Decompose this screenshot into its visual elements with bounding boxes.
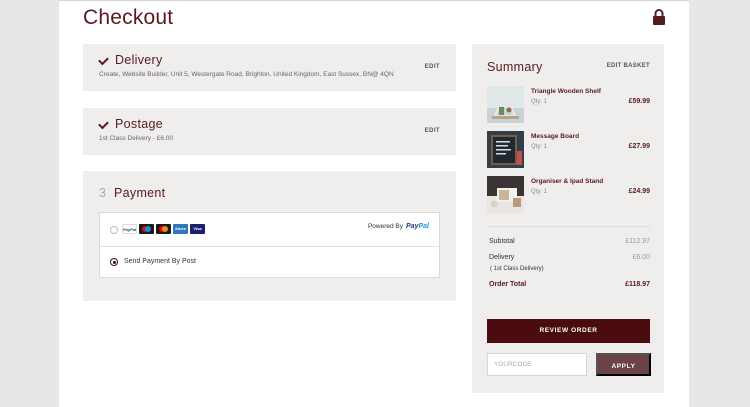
order-total-row: Order Total £118.97 [489, 281, 650, 288]
item-name: Organiser & Ipad Stand [531, 178, 604, 185]
basket-item: Triangle Wooden Shelf Qty: 1 £59.99 [487, 86, 650, 124]
item-qty: Qty: 1 [531, 99, 548, 105]
promo-code-input[interactable]: YOURCODE [487, 353, 587, 376]
paypal-option[interactable]: PayPal Amex Visa Powered By PayPal [100, 213, 439, 247]
edit-basket-link[interactable]: EDIT BASKET [607, 63, 650, 69]
page-title: Checkout [83, 6, 174, 29]
powered-by-paypal: Powered By PayPal [368, 223, 429, 230]
delivery-label: Delivery [489, 254, 515, 261]
organiser-stand-image [487, 176, 524, 213]
visa-card-icon: Visa [190, 224, 205, 234]
amex-card-icon: Amex [173, 224, 188, 234]
postage-heading: Postage [115, 117, 163, 131]
delivery-edit-link[interactable]: EDIT [425, 64, 440, 70]
post-payment-label[interactable]: Send Payment By Post [124, 258, 196, 265]
delivery-note: ( 1st Class Delivery) [490, 266, 544, 272]
item-qty: Qty: 1 [531, 189, 548, 195]
apply-code-button[interactable]: APPLY [596, 353, 651, 376]
basket-item: Organiser & Ipad Stand Qty: 1 £24.99 [487, 176, 650, 214]
summary-divider [487, 226, 650, 227]
order-total-label: Order Total [489, 281, 527, 288]
postage-detail: 1st Class Delivery - £6.00 [99, 135, 174, 142]
paypal-logo: PayPal [406, 223, 429, 230]
maestro-card-icon [139, 224, 154, 234]
payment-step-number: 3 [99, 186, 106, 200]
post-payment-radio[interactable] [110, 258, 118, 266]
postage-panel: Postage 1st Class Delivery - £6.00 EDIT [83, 108, 456, 155]
review-order-button[interactable]: REVIEW ORDER [487, 319, 650, 343]
delivery-panel: Delivery Create, Website Builder, Unit 5… [83, 44, 456, 91]
checkout-page: Checkout Delivery Create, Website Builde… [59, 0, 689, 407]
payment-options: PayPal Amex Visa Powered By PayPal Send … [99, 212, 440, 278]
delivery-value: £6.00 [632, 254, 650, 261]
delivery-heading: Delivery [115, 53, 163, 67]
payment-panel: 3 Payment PayPal Amex Visa Powered By Pa… [83, 171, 456, 301]
order-total-value: £118.97 [625, 281, 650, 288]
paypal-card-icon: PayPal [122, 224, 137, 234]
triangle-shelf-image [487, 86, 524, 123]
postage-edit-link[interactable]: EDIT [425, 128, 440, 134]
payment-heading: Payment [114, 186, 166, 200]
lock-icon [653, 9, 665, 25]
item-price: £24.99 [628, 188, 650, 195]
item-price: £27.99 [628, 143, 650, 150]
item-price: £59.99 [628, 98, 650, 105]
powered-by-label: Powered By [367, 223, 404, 230]
item-name: Message Board [531, 133, 580, 140]
check-icon [98, 118, 109, 130]
item-qty: Qty: 1 [531, 144, 548, 150]
summary-title: Summary [487, 60, 543, 74]
mastercard-icon [156, 224, 171, 234]
subtotal-label: Subtotal [489, 238, 515, 245]
paypal-radio[interactable] [110, 226, 118, 234]
subtotal-value: £112.97 [625, 238, 650, 245]
delivery-address: Create, Website Builder, Unit 5, Westerg… [99, 71, 394, 78]
message-board-image [487, 131, 524, 168]
order-summary: Summary EDIT BASKET Triangle Wooden Shel… [472, 44, 664, 393]
subtotal-row: Subtotal £112.97 [489, 238, 650, 245]
check-icon [98, 54, 109, 66]
delivery-row: Delivery £6.00 [489, 254, 650, 261]
card-logos: PayPal Amex Visa [122, 224, 205, 234]
basket-item: Message Board Qty: 1 £27.99 [487, 131, 650, 169]
item-name: Triangle Wooden Shelf [531, 88, 601, 95]
